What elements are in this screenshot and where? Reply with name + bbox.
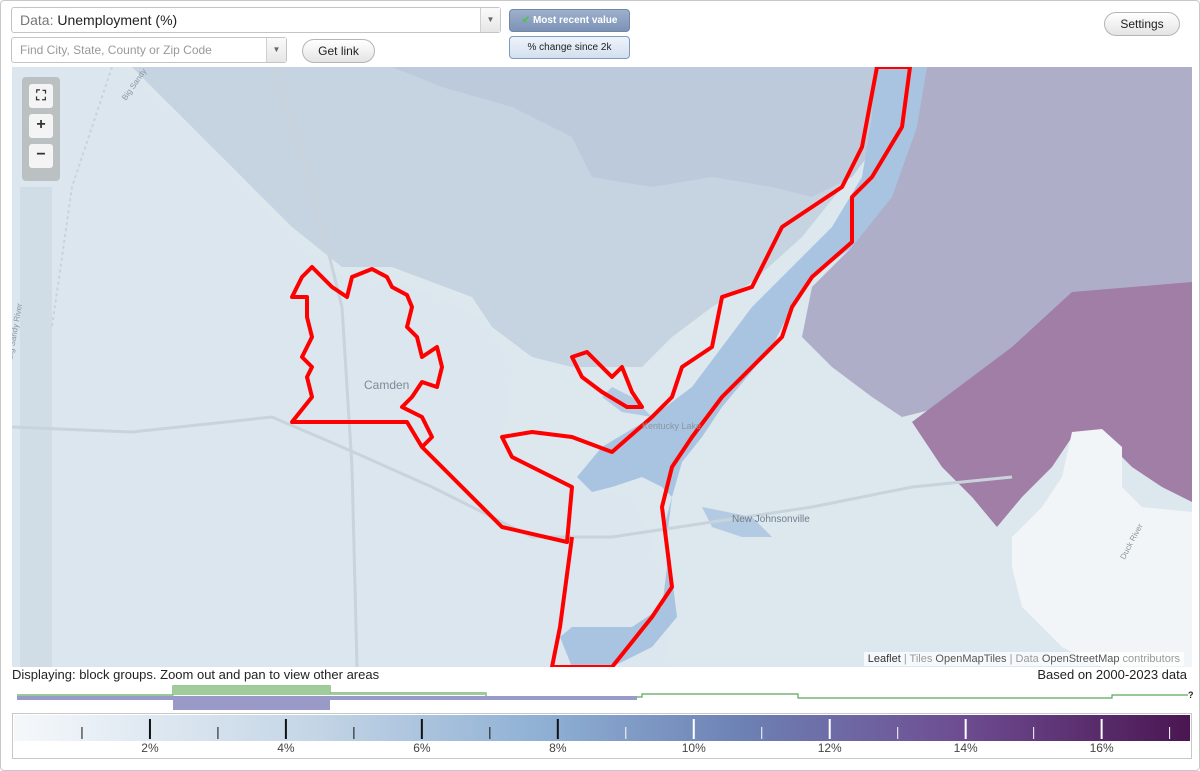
zoom-in-button[interactable]: + <box>29 114 53 138</box>
help-icon[interactable]: ? <box>1188 690 1194 700</box>
zoom-control: ⛶ + − <box>22 77 60 181</box>
label-kentucky-lake: Kentucky Lake <box>642 421 702 431</box>
displaying-note: Displaying: block groups. Zoom out and p… <box>12 667 380 682</box>
chevron-down-icon[interactable]: ▼ <box>480 8 500 32</box>
search-input[interactable] <box>12 38 262 62</box>
data-select-value: Unemployment (%) <box>57 12 178 28</box>
label-camden: Camden <box>364 378 410 392</box>
map-canvas <box>12 67 1192 667</box>
location-search[interactable]: ▼ <box>11 37 287 63</box>
most-recent-label: Most recent value <box>532 15 618 26</box>
legend-tick-label: 16% <box>1090 741 1114 755</box>
chevron-down-icon[interactable]: ▼ <box>266 38 286 62</box>
color-legend: 2% 4% 6% 8% 10% 12% 14% 16% <box>12 713 1192 759</box>
osm-link[interactable]: OpenStreetMap <box>1042 653 1120 665</box>
attribution-sep1: | Tiles <box>900 653 936 665</box>
attribution-contrib: contributors <box>1119 653 1180 665</box>
fullscreen-icon[interactable]: ⛶ <box>29 84 53 108</box>
histogram-band <box>173 700 330 710</box>
settings-button[interactable]: Settings <box>1104 12 1180 36</box>
legend-tick-label: 10% <box>682 741 706 755</box>
histogram-band <box>17 696 637 700</box>
label-new-johnsonville: New Johnsonville <box>732 514 810 525</box>
leaflet-link[interactable]: Leaflet <box>868 653 901 665</box>
pct-change-toggle[interactable]: % change since 2k <box>509 36 630 59</box>
legend-tick-label: 2% <box>141 741 159 755</box>
legend-tick-label: 14% <box>954 741 978 755</box>
distribution-histogram <box>17 685 1188 710</box>
legend-tick-label: 6% <box>413 741 431 755</box>
map[interactable]: ⛶ + − Camden Kentucky Lake New Johnsonvi… <box>12 67 1192 667</box>
tiles-link[interactable]: OpenMapTiles <box>935 653 1006 665</box>
map-attribution: Leaflet | Tiles OpenMapTiles | Data Open… <box>863 652 1184 666</box>
legend-tick-label: 4% <box>277 741 295 755</box>
data-select[interactable]: Data: Unemployment (%) ▼ <box>11 7 501 33</box>
histogram-bar <box>330 693 486 695</box>
attribution-sep2: | Data <box>1006 653 1042 665</box>
get-link-button[interactable]: Get link <box>302 39 375 63</box>
legend-gradient <box>14 715 1190 741</box>
zoom-out-button[interactable]: − <box>29 144 53 168</box>
histogram-bar <box>173 686 330 695</box>
data-range-note: Based on 2000-2023 data <box>1037 667 1187 682</box>
legend-tick-label: 8% <box>549 741 567 755</box>
check-icon: ✔ <box>521 15 530 26</box>
legend-tick-label: 12% <box>818 741 842 755</box>
data-select-prefix: Data: <box>20 12 54 28</box>
legend-scale: 2% 4% 6% 8% 10% 12% 14% 16% <box>14 715 1190 755</box>
most-recent-value-toggle[interactable]: ✔ Most recent value <box>509 9 630 32</box>
